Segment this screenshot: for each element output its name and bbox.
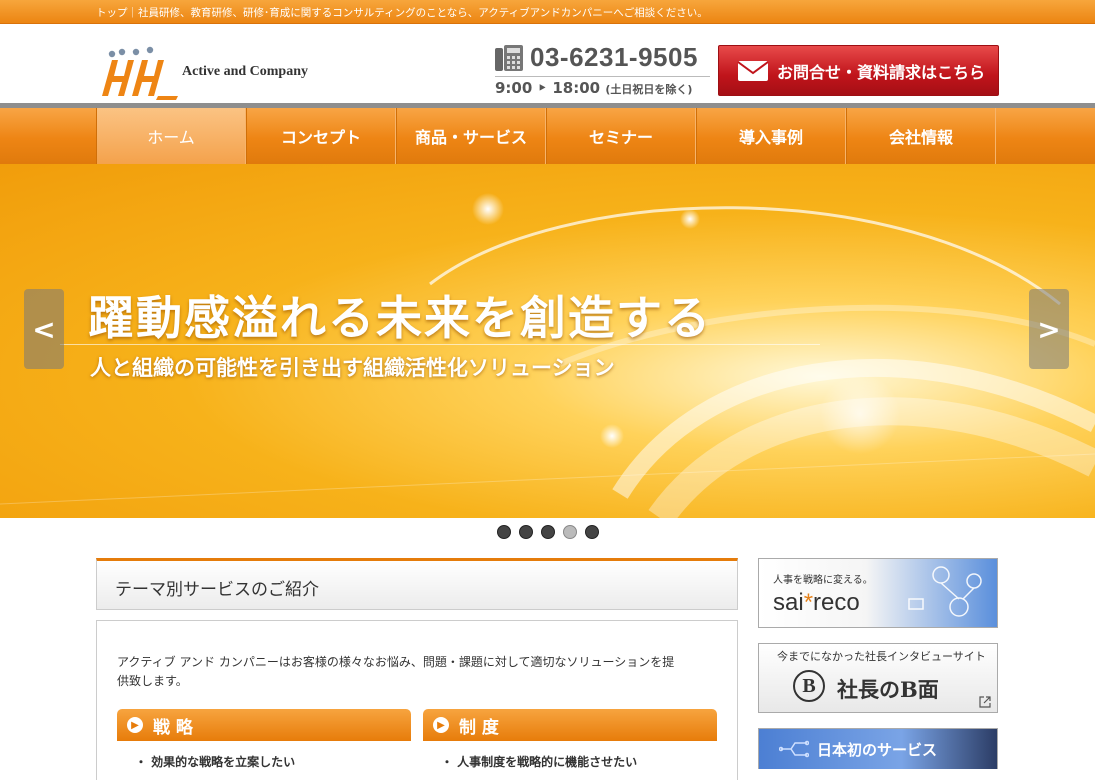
nav-item-home[interactable]: ホーム bbox=[96, 108, 246, 164]
nav-item-case-studies[interactable]: 導入事例 bbox=[696, 108, 846, 164]
saireco-brand-star: * bbox=[803, 589, 814, 616]
slider-dot[interactable] bbox=[497, 525, 511, 539]
section-intro: アクティブ アンド カンパニーはお客様の様々なお悩み、問題・課題に対して適切なソ… bbox=[117, 655, 675, 688]
nav-item-concept[interactable]: コンセプト bbox=[246, 108, 396, 164]
arrow-circle-icon: ▶ bbox=[127, 717, 143, 733]
business-hours-time: 9:00 ‣ 18:00 bbox=[495, 79, 601, 97]
b-badge-icon: B bbox=[793, 670, 825, 702]
slider-dot[interactable] bbox=[541, 525, 555, 539]
president-b-side-tagline: 今までになかった社長インタビューサイト bbox=[777, 650, 986, 663]
japan-first-service-title: 日本初のサービス bbox=[817, 741, 938, 759]
japan-first-service-banner[interactable]: 日本初のサービス bbox=[758, 728, 998, 769]
saireco-brand: sai*reco bbox=[773, 589, 860, 617]
president-b-side-title: 社長のB面 bbox=[837, 677, 939, 702]
section-header: テーマ別サービスのご紹介 bbox=[96, 558, 738, 610]
theme-card-strategy-item[interactable]: ・ 効果的な戦略を立案したい bbox=[117, 741, 411, 770]
company-logo[interactable] bbox=[98, 44, 180, 100]
theme-card-system-title: 制 度 bbox=[459, 717, 499, 738]
theme-card-system-header[interactable]: ▶ 制 度 bbox=[423, 709, 717, 741]
section-body: アクティブ アンド カンパニーはお客様の様々なお悩み、問題・課題に対して適切なソ… bbox=[96, 620, 738, 780]
slider-dot[interactable] bbox=[519, 525, 533, 539]
slider-prev-button[interactable]: < bbox=[24, 289, 64, 369]
saireco-brand-b: reco bbox=[813, 589, 860, 616]
saireco-tagline: 人事を戦略に変える。 bbox=[773, 575, 873, 586]
circuit-icon bbox=[779, 740, 809, 758]
top-announcement-bar: トップ｜社員研修、教育研修、研修･育成に関するコンサルティングのことなら、アクテ… bbox=[0, 0, 1095, 24]
phone-icon bbox=[495, 45, 523, 71]
external-link-icon bbox=[979, 696, 991, 708]
main-navigation: ホーム コンセプト 商品・サービス セミナー 導入事例 会社情報 bbox=[0, 108, 1095, 164]
phone-number[interactable]: 03-6231-9505 bbox=[530, 42, 698, 73]
theme-card-system-item[interactable]: ・ 人事制度を戦略的に機能させたい bbox=[423, 741, 717, 770]
slider-pagination bbox=[497, 525, 599, 539]
slider-next-button[interactable]: > bbox=[1029, 289, 1069, 369]
mail-icon bbox=[737, 60, 769, 81]
saireco-brand-a: sai bbox=[773, 589, 804, 616]
slider-dot-active[interactable] bbox=[563, 525, 577, 539]
business-hours-note: (土日祝日を除く) bbox=[605, 83, 693, 96]
contact-request-label: お問合せ・資料請求はこちら bbox=[777, 62, 986, 82]
company-name: Active and Company bbox=[182, 64, 309, 79]
hero-slider: 躍動感溢れる未来を創造する 人と組織の可能性を引き出す組織活性化ソリューション … bbox=[0, 164, 1095, 518]
top-announcement-text: トップ｜社員研修、教育研修、研修･育成に関するコンサルティングのことなら、アクテ… bbox=[96, 7, 708, 19]
slider-dot[interactable] bbox=[585, 525, 599, 539]
business-hours: 9:00 ‣ 18:00 (土日祝日を除く) bbox=[495, 79, 692, 97]
theme-card-strategy[interactable]: ▶ 戦 略 ・ 効果的な戦略を立案したい bbox=[117, 709, 411, 769]
nav-item-seminar[interactable]: セミナー bbox=[546, 108, 696, 164]
section-title: テーマ別サービスのご紹介 bbox=[115, 580, 319, 600]
saireco-banner[interactable]: 人事を戦略に変える。 sai*reco bbox=[758, 558, 998, 628]
phone-divider bbox=[495, 76, 710, 77]
hero-subtitle: 人と組織の可能性を引き出す組織活性化ソリューション bbox=[90, 356, 615, 380]
theme-card-system[interactable]: ▶ 制 度 ・ 人事制度を戦略的に機能させたい bbox=[423, 709, 717, 769]
arrow-circle-icon: ▶ bbox=[433, 717, 449, 733]
hero-title: 躍動感溢れる未来を創造する bbox=[88, 291, 712, 345]
nav-item-company-info[interactable]: 会社情報 bbox=[846, 108, 996, 164]
nav-item-products-services[interactable]: 商品・サービス bbox=[396, 108, 546, 164]
president-b-side-banner[interactable]: 今までになかった社長インタビューサイト B 社長のB面 bbox=[758, 643, 998, 713]
theme-card-strategy-title: 戦 略 bbox=[153, 717, 193, 738]
network-icons-graphic bbox=[908, 566, 982, 617]
theme-card-strategy-header[interactable]: ▶ 戦 略 bbox=[117, 709, 411, 741]
contact-request-button[interactable]: お問合せ・資料請求はこちら bbox=[718, 45, 999, 96]
